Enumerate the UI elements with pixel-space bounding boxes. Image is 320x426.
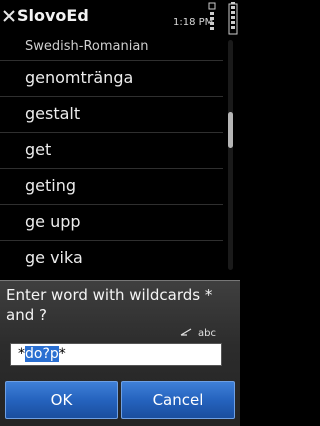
word-list: Swedish-Romanian genomtränga gestalt get… — [0, 38, 223, 276]
cancel-button[interactable]: Cancel — [121, 381, 235, 419]
input-prefix: * — [18, 346, 25, 362]
wildcard-dialog: Enter word with wildcards * and ? abc *d… — [0, 280, 240, 426]
input-mode-label: abc — [198, 328, 216, 339]
status-bar: SlovoEd 1:18 PM — [0, 0, 240, 38]
list-item[interactable]: ge vika — [0, 240, 223, 276]
signal-icon — [208, 2, 216, 30]
list-item[interactable]: gestalt — [0, 96, 223, 132]
pen-icon — [180, 328, 192, 336]
scrollbar-thumb[interactable] — [228, 112, 233, 148]
close-icon[interactable] — [3, 10, 15, 22]
input-mode-indicator: abc — [180, 328, 216, 339]
ok-button[interactable]: OK — [5, 381, 118, 419]
input-selection: do?p — [25, 346, 59, 362]
list-item[interactable]: get — [0, 132, 223, 168]
dialog-title: Enter word with wildcards * and ? — [6, 286, 213, 324]
dictionary-name: Swedish-Romanian — [25, 39, 149, 54]
list-item[interactable]: genomtränga — [0, 60, 223, 96]
input-suffix: * — [58, 346, 66, 362]
battery-icon — [228, 2, 238, 35]
list-item[interactable]: ge upp — [0, 204, 223, 240]
wildcard-input[interactable]: *do?p* — [10, 343, 222, 366]
list-item[interactable]: geting — [0, 168, 223, 204]
app-title: SlovoEd — [17, 6, 89, 25]
scrollbar-track[interactable] — [228, 40, 233, 270]
